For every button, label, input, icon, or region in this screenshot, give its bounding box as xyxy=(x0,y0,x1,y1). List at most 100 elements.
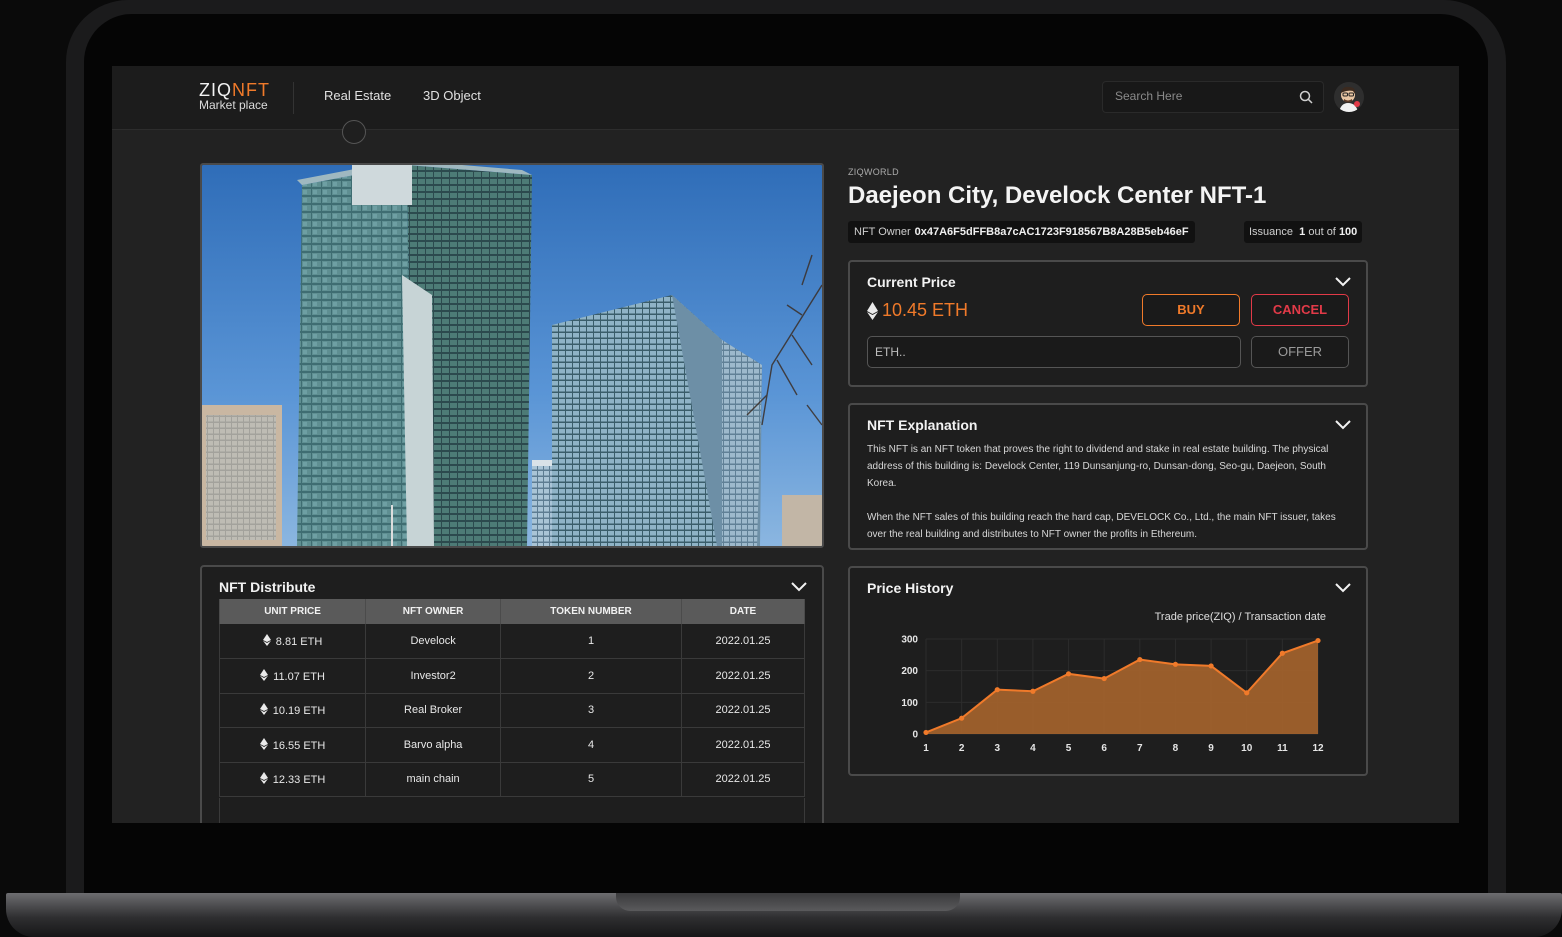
chevron-down-icon[interactable] xyxy=(1334,274,1352,288)
nft-explanation-panel: NFT Explanation This NFT is an NFT token… xyxy=(848,403,1368,550)
token-cell: 2 xyxy=(500,658,682,694)
table-empty-area xyxy=(219,798,805,823)
x-tick-label: 8 xyxy=(1173,743,1179,754)
ethereum-icon xyxy=(262,634,271,646)
issuance-of: out of xyxy=(1308,226,1336,238)
issuance-total: 100 xyxy=(1338,226,1358,238)
x-tick-label: 6 xyxy=(1101,743,1107,754)
table-row[interactable]: 12.33 ETH main chain 5 2022.01.25 xyxy=(218,762,805,797)
x-tick-label: 5 xyxy=(1066,743,1072,754)
current-price-value: 10.45 ETH xyxy=(882,300,969,320)
price-history-chart: 01002003001 2 3 4 5 6 7 8 9 10 11 12 xyxy=(901,635,1324,755)
y-tick-label: 300 xyxy=(901,635,918,646)
nav-3d-object[interactable]: 3D Object xyxy=(423,88,481,103)
table-row[interactable]: 10.19 ETH Real Broker 3 2022.01.25 xyxy=(218,693,805,728)
owner-cell: Real Broker xyxy=(365,693,502,728)
owner-cell: Develock xyxy=(365,624,502,659)
date-cell: 2022.01.25 xyxy=(681,624,805,659)
data-point xyxy=(1030,688,1036,694)
unit-price-cell: 11.07 ETH xyxy=(218,658,367,694)
date-cell: 2022.01.25 xyxy=(681,693,805,728)
x-tick-label: 3 xyxy=(994,743,1000,754)
owner-label: NFT Owner xyxy=(854,226,911,238)
laptop-notch xyxy=(616,893,960,911)
date-cell: 2022.01.25 xyxy=(681,727,805,763)
y-tick-label: 0 xyxy=(912,730,918,741)
data-point xyxy=(1315,637,1321,644)
price-area xyxy=(926,640,1318,734)
table-header-row: UNIT PRICE NFT OWNER TOKEN NUMBER DATE xyxy=(218,599,805,624)
avatar-icon xyxy=(1334,82,1364,112)
page-title: Daejeon City, Develock Center NFT-1 xyxy=(848,182,1267,209)
owner-cell: Barvo alpha xyxy=(365,727,502,763)
user-avatar[interactable] xyxy=(1334,82,1364,112)
search-box xyxy=(1102,81,1324,113)
current-price-title: Current Price xyxy=(867,274,956,290)
nav-real-estate[interactable]: Real Estate xyxy=(324,88,391,103)
unit-price-cell: 10.19 ETH xyxy=(218,693,367,728)
date-cell: 2022.01.25 xyxy=(681,762,805,797)
data-point xyxy=(1244,690,1250,696)
column-header[interactable]: NFT OWNER xyxy=(365,599,502,624)
distribute-table: UNIT PRICE NFT OWNER TOKEN NUMBER DATE 8… xyxy=(218,599,805,797)
search-input[interactable] xyxy=(1115,89,1290,103)
x-tick-label: 12 xyxy=(1312,743,1324,754)
header-divider xyxy=(293,82,294,114)
building-photo xyxy=(202,165,822,546)
table-row[interactable]: 16.55 ETH Barvo alpha 4 2022.01.25 xyxy=(218,727,805,763)
logo-wordmark: ZIQNFT xyxy=(199,80,270,100)
nav-indicator xyxy=(342,120,366,144)
logo[interactable]: ZIQNFT Market place xyxy=(199,81,270,111)
data-point xyxy=(1137,656,1143,663)
chevron-down-icon[interactable] xyxy=(1334,417,1352,431)
token-cell: 3 xyxy=(500,693,682,728)
nft-image xyxy=(200,163,824,548)
explanation-paragraph: When the NFT sales of this building reac… xyxy=(867,512,1336,540)
chevron-down-icon[interactable] xyxy=(790,579,808,593)
table-row[interactable]: 11.07 ETH Investor2 2 2022.01.25 xyxy=(218,658,805,694)
nft-distribute-title: NFT Distribute xyxy=(219,579,316,595)
buy-button[interactable]: BUY xyxy=(1142,294,1240,326)
column-header[interactable]: TOKEN NUMBER xyxy=(500,599,682,624)
ethereum-icon xyxy=(260,668,269,681)
unit-price-cell: 8.81 ETH xyxy=(218,624,367,659)
screen: ZIQNFT Market place Real Estate 3D Objec… xyxy=(112,66,1459,823)
collection-name[interactable]: ZIQWORLD xyxy=(848,167,899,177)
unit-price-cell: 12.33 ETH xyxy=(218,762,367,797)
x-tick-label: 2 xyxy=(959,743,965,754)
data-point xyxy=(1101,675,1107,682)
data-point xyxy=(923,729,929,736)
unit-price-cell: 16.55 ETH xyxy=(218,727,367,763)
nft-explanation-title: NFT Explanation xyxy=(867,417,978,433)
x-tick-label: 9 xyxy=(1208,743,1214,754)
ethereum-icon xyxy=(259,737,268,750)
date-cell: 2022.01.25 xyxy=(681,658,805,694)
x-tick-label: 1 xyxy=(923,743,929,754)
logo-subtitle: Market place xyxy=(199,98,268,112)
offer-button[interactable]: OFFER xyxy=(1251,336,1349,368)
column-header[interactable]: UNIT PRICE xyxy=(218,599,367,624)
search-icon[interactable] xyxy=(1299,90,1313,104)
table-row[interactable]: 8.81 ETH Develock 1 2022.01.25 xyxy=(218,624,805,659)
data-point xyxy=(1279,650,1285,656)
token-cell: 1 xyxy=(500,624,682,659)
offer-amount-input[interactable] xyxy=(867,336,1241,368)
data-point xyxy=(1172,661,1179,667)
owner-address[interactable]: 0x47A6F5dFFB8a7cAC1723F918567B8A28B5eb46… xyxy=(915,226,1189,238)
ethereum-icon xyxy=(867,301,878,320)
issuance-label: Issuance xyxy=(1249,226,1294,238)
owner-badge: NFT Owner 0x47A6F5dFFB8a7cAC1723F918567B8… xyxy=(848,221,1195,243)
current-price: 10.45 ETH xyxy=(867,300,968,321)
x-tick-label: 10 xyxy=(1241,743,1253,754)
x-tick-label: 4 xyxy=(1030,743,1036,754)
token-cell: 5 xyxy=(500,762,682,797)
nft-distribute-panel: NFT Distribute UNIT PRICE NFT OWNER TOKE… xyxy=(200,565,824,823)
column-header[interactable]: DATE xyxy=(681,599,805,624)
ethereum-icon xyxy=(259,703,268,716)
data-point xyxy=(994,687,1000,693)
ethereum-icon xyxy=(259,772,268,785)
cancel-button[interactable]: CANCEL xyxy=(1251,294,1349,326)
y-tick-label: 200 xyxy=(901,666,918,677)
x-tick-label: 7 xyxy=(1137,743,1143,754)
data-point xyxy=(1065,671,1072,677)
